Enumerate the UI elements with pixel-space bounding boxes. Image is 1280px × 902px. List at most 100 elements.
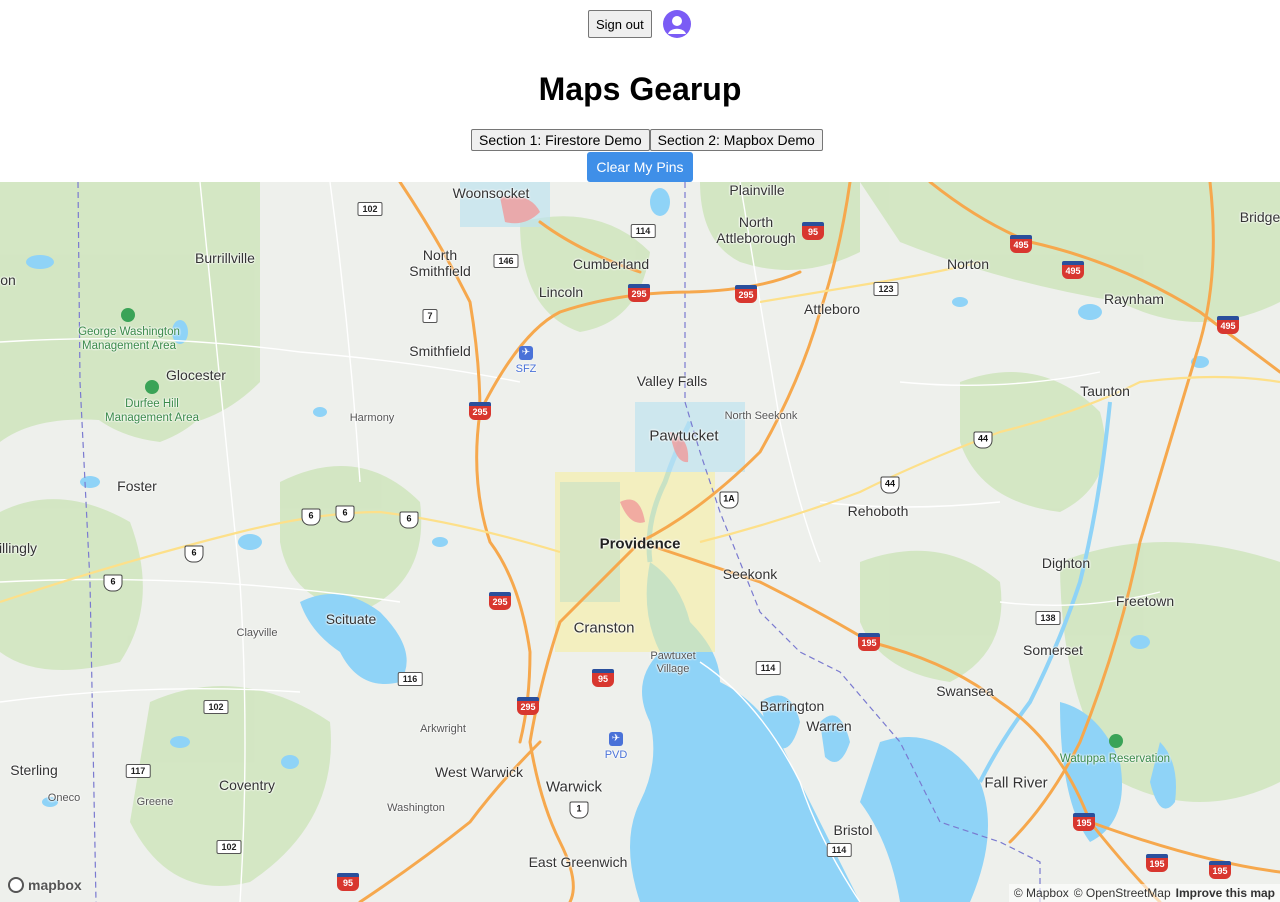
airport-label: SFZ bbox=[515, 363, 537, 375]
place-label: Cranston bbox=[573, 619, 635, 637]
map-attribution: © Mapbox © OpenStreetMap Improve this ma… bbox=[1008, 884, 1280, 902]
user-icon bbox=[668, 16, 686, 34]
route-shield: 6 bbox=[184, 545, 204, 563]
route-shield: 295 bbox=[517, 697, 539, 715]
place-label: Cumberland bbox=[572, 256, 650, 272]
route-shield: 1 bbox=[569, 801, 589, 819]
tab-firestore-demo[interactable]: Section 1: Firestore Demo bbox=[471, 129, 650, 151]
place-label: Coventry bbox=[218, 777, 276, 793]
place-label: Lincoln bbox=[538, 284, 584, 300]
route-shield: 195 bbox=[858, 633, 880, 651]
place-label: Raynham bbox=[1104, 291, 1164, 307]
mapbox-logo[interactable]: mapbox bbox=[8, 875, 82, 895]
airport-icon: ✈ bbox=[609, 732, 623, 746]
place-label: illingly bbox=[0, 540, 38, 556]
place-label: Attleboro bbox=[803, 301, 861, 317]
place-label: Plainville bbox=[729, 182, 785, 198]
route-shield: 6 bbox=[399, 511, 419, 529]
place-label: Glocester bbox=[166, 367, 226, 383]
place-label: North Smithfield bbox=[409, 247, 471, 279]
place-label: Sterling bbox=[10, 762, 58, 778]
mapbox-logo-icon bbox=[8, 877, 24, 893]
mapbox-logo-text: mapbox bbox=[28, 877, 82, 893]
route-shield: 495 bbox=[1062, 261, 1084, 279]
route-shield: 495 bbox=[1217, 316, 1239, 334]
park-icon bbox=[145, 380, 159, 394]
park-label: Watuppa Reservation bbox=[1059, 753, 1171, 765]
place-label: Greene bbox=[136, 796, 174, 808]
route-shield: 195 bbox=[1146, 854, 1168, 872]
place-label: Smithfield bbox=[409, 343, 471, 359]
place-label: North Attleborough bbox=[716, 214, 796, 246]
attribution-osm-link[interactable]: © OpenStreetMap bbox=[1074, 884, 1171, 902]
route-shield: 44 bbox=[880, 476, 900, 494]
route-shield: 114 bbox=[630, 224, 656, 238]
route-shield: 295 bbox=[735, 285, 757, 303]
clear-pins-button[interactable]: Clear My Pins bbox=[587, 152, 693, 182]
route-shield: 195 bbox=[1073, 813, 1095, 831]
park-label: Durfee Hill Management Area bbox=[105, 398, 199, 424]
place-label: Freetown bbox=[1115, 593, 1175, 609]
route-shield: 146 bbox=[493, 254, 519, 268]
place-label: Warwick bbox=[545, 778, 603, 796]
place-label: West Warwick bbox=[435, 764, 523, 780]
attribution-mapbox-link[interactable]: © Mapbox bbox=[1014, 884, 1069, 902]
route-shield: 6 bbox=[103, 574, 123, 592]
avatar[interactable] bbox=[663, 10, 691, 38]
place-label: Norton bbox=[946, 256, 990, 272]
route-shield: 295 bbox=[628, 284, 650, 302]
place-label: Arkwright bbox=[420, 723, 466, 735]
improve-map-link[interactable]: Improve this map bbox=[1176, 884, 1275, 902]
place-label: North Seekonk bbox=[724, 410, 798, 422]
place-label: Oneco bbox=[47, 792, 81, 804]
park-icon bbox=[121, 308, 135, 322]
place-label: Harmony bbox=[349, 412, 395, 424]
place-label: Dighton bbox=[1041, 555, 1091, 571]
place-label: on bbox=[0, 272, 16, 288]
place-label: Clayville bbox=[236, 627, 278, 639]
place-label: Bridge bbox=[1239, 209, 1280, 225]
tab-mapbox-demo[interactable]: Section 2: Mapbox Demo bbox=[649, 129, 823, 151]
page-title: Maps Gearup bbox=[538, 71, 742, 107]
airport-label: PVD bbox=[604, 749, 628, 761]
place-label: Pawtucket bbox=[649, 427, 719, 445]
place-label: Washington bbox=[387, 802, 445, 814]
route-shield: 102 bbox=[203, 700, 229, 714]
place-label: Somerset bbox=[1023, 642, 1083, 658]
route-shield: 6 bbox=[301, 508, 321, 526]
account-bar: Sign out bbox=[0, 10, 1280, 38]
sign-out-button[interactable]: Sign out bbox=[588, 10, 652, 38]
place-label: Barrington bbox=[759, 698, 825, 714]
route-shield: 495 bbox=[1010, 235, 1032, 253]
route-shield: 95 bbox=[337, 873, 359, 891]
place-label: East Greenwich bbox=[528, 854, 628, 870]
route-shield: 138 bbox=[1035, 611, 1061, 625]
route-shield: 102 bbox=[216, 840, 242, 854]
place-label: Seekonk bbox=[722, 566, 778, 582]
route-shield: 295 bbox=[489, 592, 511, 610]
route-shield: 117 bbox=[125, 764, 151, 778]
place-label: Scituate bbox=[325, 611, 377, 627]
place-label: Woonsocket bbox=[452, 185, 530, 201]
place-label: Pawtuxet Village bbox=[650, 650, 696, 675]
route-shield: 123 bbox=[873, 282, 899, 296]
place-label: Burrillville bbox=[195, 250, 255, 266]
section-tabs: Section 1: Firestore Demo Section 2: Map… bbox=[471, 129, 823, 151]
mount-hope-bay bbox=[860, 737, 988, 902]
place-label: Foster bbox=[117, 478, 157, 494]
place-label: Swansea bbox=[936, 683, 994, 699]
route-shield: 102 bbox=[357, 202, 383, 216]
place-label: Valley Falls bbox=[636, 373, 708, 389]
airport-icon: ✈ bbox=[519, 346, 533, 360]
map-canvas[interactable]: Woonsocket Plainville Bridge Burrillvill… bbox=[0, 182, 1280, 902]
route-shield: 114 bbox=[826, 843, 852, 857]
place-label: Providence bbox=[599, 535, 681, 553]
route-shield: 95 bbox=[802, 222, 824, 240]
place-label: Bristol bbox=[833, 822, 873, 838]
route-shield: 195 bbox=[1209, 861, 1231, 879]
route-shield: 1A bbox=[719, 491, 739, 509]
route-shield: 95 bbox=[592, 669, 614, 687]
park-icon bbox=[1109, 734, 1123, 748]
place-label: Warren bbox=[806, 718, 852, 734]
route-shield: 6 bbox=[335, 505, 355, 523]
